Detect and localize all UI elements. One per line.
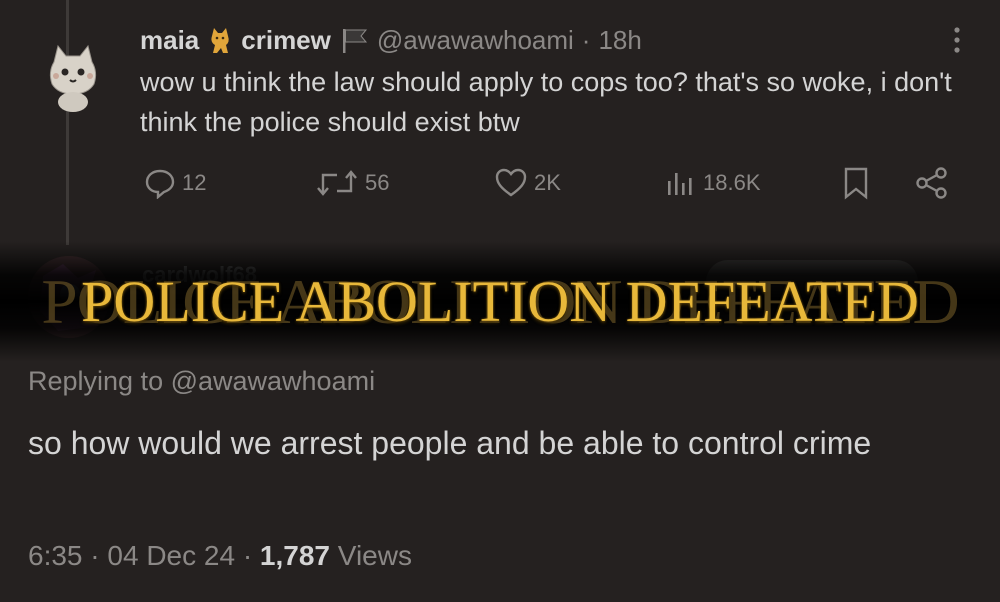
meta-dot: ·: [90, 540, 108, 571]
share-icon[interactable]: [914, 166, 950, 200]
repost-icon: [317, 170, 357, 196]
banner-text: POLICE ABOLITION DEFEATED: [81, 269, 919, 334]
author-name-second[interactable]: crimew: [241, 25, 331, 56]
flag-icon: [342, 29, 367, 53]
meta-dot: ·: [242, 540, 260, 571]
author-name[interactable]: maia: [140, 25, 199, 56]
reply-date[interactable]: 04 Dec 24: [107, 540, 235, 571]
thread-line: [66, 0, 69, 245]
like-button[interactable]: 2K: [494, 164, 561, 202]
reply-views-count: 1,787: [259, 540, 330, 571]
reply-button[interactable]: 12: [144, 164, 206, 202]
author-handle[interactable]: @awawawhoami: [377, 25, 574, 56]
tweet-meta: 6:35 · 04 Dec 24 · 1,787 Views: [28, 540, 412, 572]
cat-emoji-icon: [211, 28, 229, 53]
like-icon: [495, 168, 527, 197]
tweet-text: wow u think the law should apply to cops…: [140, 67, 952, 137]
views-icon: [668, 173, 692, 195]
repost-count: 56: [365, 170, 390, 195]
tweet-time[interactable]: 18h: [598, 25, 641, 56]
cat-avatar[interactable]: [44, 42, 102, 112]
reply-time[interactable]: 6:35: [28, 540, 83, 571]
replying-to[interactable]: Replying to @awawawhoami: [28, 366, 375, 397]
views-button[interactable]: 18.6K: [665, 164, 761, 202]
reply-views-label: Views: [337, 540, 412, 571]
title-banner: POLICE ABOLITION DEFEATED POLICE ABOLITI…: [0, 241, 1000, 362]
reply-icon: [145, 169, 175, 199]
repost-button[interactable]: 56: [315, 164, 389, 202]
more-icon[interactable]: [947, 24, 967, 56]
like-count: 2K: [534, 170, 561, 195]
tweet-header: maia crimew @awawawhoami · 18h: [140, 22, 642, 58]
reply-text: so how would we arrest people and be abl…: [28, 425, 872, 461]
bookmark-icon[interactable]: [841, 166, 871, 200]
reply-count: 12: [182, 170, 207, 195]
views-count: 18.6K: [703, 170, 761, 195]
separator-dot: ·: [581, 24, 591, 55]
